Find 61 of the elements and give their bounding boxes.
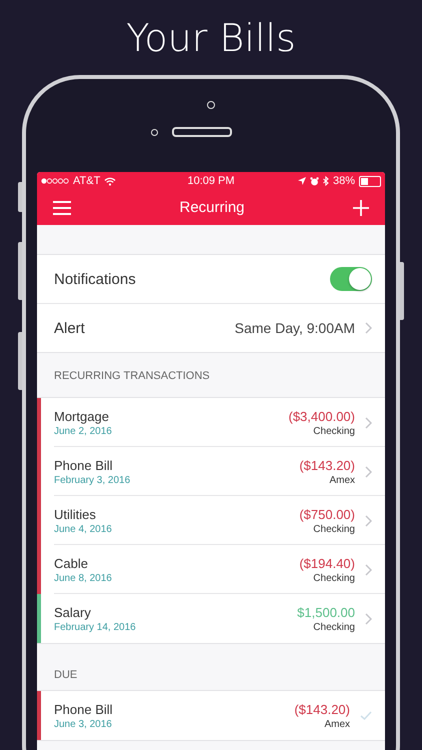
location-icon (298, 177, 306, 185)
setting-value: Same Day, 9:00AM (234, 320, 355, 336)
transaction-amount: ($143.20) (294, 702, 350, 716)
settings-row[interactable]: Notifications (37, 255, 385, 304)
bluetooth-icon (322, 176, 329, 186)
chevron-icon (365, 466, 372, 478)
signal-icon (41, 178, 69, 184)
alarm-clock-icon (310, 176, 319, 186)
transaction-name: Cable (54, 556, 89, 570)
transaction-amount: ($194.40) (299, 556, 355, 570)
section-header: RECURRING TRANSACTIONS (54, 370, 210, 382)
transaction-date: June 2, 2016 (54, 426, 113, 436)
transaction-amount: ($143.20) (299, 458, 355, 472)
settings-row[interactable]: Alert Same Day, 9:00AM (37, 304, 385, 352)
transaction-row[interactable]: Utilities June 4, 2016 ($750.00) Checking (37, 496, 385, 545)
checkmark-icon (360, 711, 372, 720)
chevron-icon (365, 416, 372, 428)
sensor-icon (150, 128, 158, 136)
screen-title: Recurring (179, 199, 245, 216)
battery-percent: 38% (332, 175, 355, 187)
setting-label: Alert (54, 320, 86, 336)
toggle-switch[interactable] (330, 267, 372, 291)
transaction-amount: $1,500.00 (297, 604, 355, 620)
transaction-date: February 14, 2016 (54, 622, 137, 632)
wifi-icon (104, 176, 116, 186)
transaction-date: February 3, 2016 (54, 474, 132, 486)
clock-time: 10:09 PM (187, 175, 235, 187)
account-name: Checking (313, 426, 355, 436)
transaction-amount: ($750.00) (299, 506, 355, 522)
headline: Your Bills (126, 16, 296, 60)
transaction-row[interactable]: Phone Bill June 3, 2016 ($143.20) Amex (37, 691, 385, 740)
camera-icon (207, 101, 215, 109)
battery-icon (359, 176, 381, 186)
plus-icon (353, 200, 369, 216)
chevron-icon (365, 564, 372, 576)
account-name: Checking (313, 622, 355, 632)
transaction-row[interactable]: Mortgage June 2, 2016 ($3,400.00) Checking (37, 398, 385, 447)
chevron-icon (365, 612, 372, 624)
transaction-row[interactable]: Cable June 8, 2016 ($194.40) Checking (37, 545, 385, 594)
account-name: Amex (329, 474, 355, 486)
transaction-row[interactable]: Salary February 14, 2016 $1,500.00 Checking (37, 594, 385, 643)
transaction-row[interactable]: Phone Bill February 3, 2016 ($143.20) Amex (37, 447, 385, 496)
setting-label: Notifications (54, 270, 137, 288)
transaction-name: Phone Bill (54, 702, 114, 716)
account-name: Checking (313, 524, 355, 534)
transaction-name: Mortgage (54, 408, 110, 424)
section-header: DUE (54, 669, 78, 681)
transaction-amount: ($3,400.00) (288, 408, 355, 424)
menu-icon (53, 200, 71, 214)
transaction-name: Phone Bill (54, 458, 114, 472)
speaker-icon (172, 127, 232, 137)
carrier-label: AT&T (73, 175, 100, 187)
chevron-icon (365, 514, 372, 526)
transaction-name: Utilities (54, 506, 97, 522)
account-name: Checking (313, 572, 355, 584)
chevron-icon (365, 322, 372, 334)
transaction-date: June 4, 2016 (54, 524, 113, 534)
transaction-name: Salary (54, 604, 92, 620)
account-name: Amex (324, 718, 350, 730)
transaction-date: June 8, 2016 (54, 572, 113, 584)
transaction-date: June 3, 2016 (54, 718, 113, 730)
